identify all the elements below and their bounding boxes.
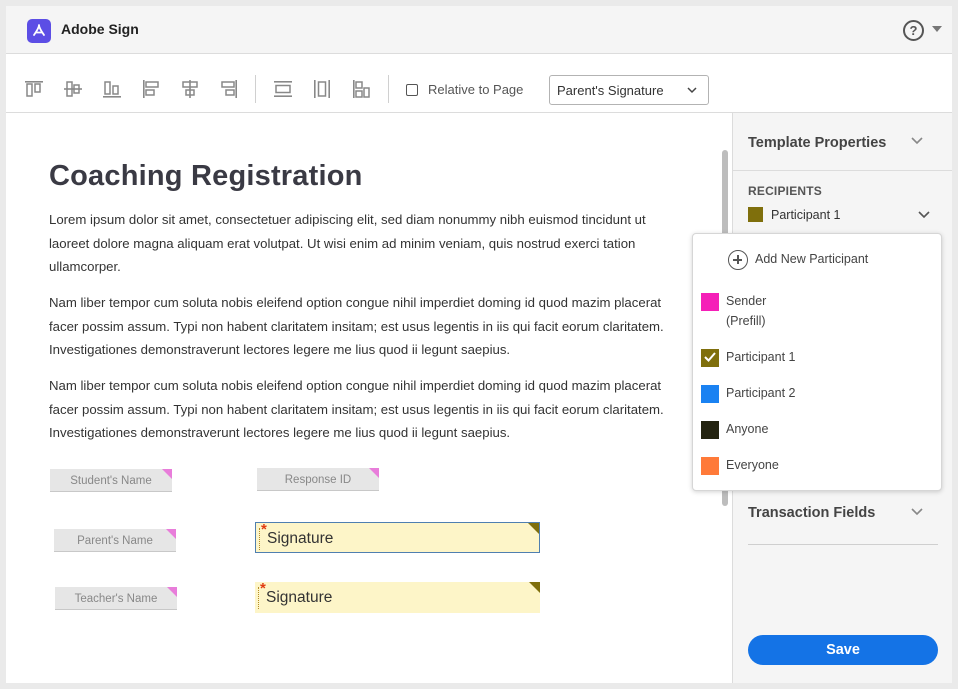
- checkmark-icon: [704, 352, 716, 362]
- chevron-down-icon[interactable]: [932, 26, 942, 32]
- participant-option-anyone[interactable]: Anyone: [726, 419, 768, 439]
- field-label: Teacher's Name: [74, 593, 158, 605]
- signature-label: Signature: [267, 530, 334, 547]
- adobe-sign-logo-icon: [27, 19, 51, 43]
- help-icon[interactable]: ?: [903, 20, 924, 41]
- template-properties-title: Template Properties: [748, 135, 887, 151]
- document-title: Coaching Registration: [49, 160, 363, 192]
- chevron-down-icon: [687, 87, 697, 94]
- app-title: Adobe Sign: [61, 21, 139, 37]
- students-name-field[interactable]: Student's Name: [50, 469, 172, 492]
- app-window: Adobe Sign ? Relative to Page Parent's S…: [6, 6, 952, 683]
- recipient-color-swatch: [748, 207, 763, 222]
- relative-to-page-checkbox[interactable]: [406, 84, 418, 96]
- response-id-field[interactable]: Response ID: [257, 468, 379, 491]
- document-paragraph: Nam liber tempor cum soluta nobis eleife…: [49, 295, 664, 357]
- parents-name-field[interactable]: Parent's Name: [54, 529, 176, 552]
- required-marker: *: [261, 521, 267, 538]
- participant-2-color-swatch[interactable]: [701, 385, 719, 403]
- participant-option-participant-1[interactable]: Participant 1: [726, 347, 795, 367]
- distribute-vertical-icon[interactable]: [273, 79, 293, 99]
- match-size-icon[interactable]: [351, 79, 371, 99]
- align-top-icon[interactable]: [24, 79, 44, 99]
- everyone-color-swatch[interactable]: [701, 457, 719, 475]
- field-assignee-marker: [529, 582, 540, 593]
- parent-signature-field[interactable]: * Signature: [255, 521, 540, 553]
- relative-to-page-label[interactable]: Relative to Page: [428, 82, 523, 97]
- participant-option-participant-2[interactable]: Participant 2: [726, 383, 795, 403]
- align-center-icon[interactable]: [180, 79, 200, 99]
- align-middle-icon[interactable]: [63, 79, 83, 99]
- field-recipient-select[interactable]: Parent's Signature: [549, 75, 709, 105]
- teacher-signature-field[interactable]: * Signature: [255, 580, 540, 613]
- sender-color-swatch[interactable]: [701, 293, 719, 311]
- field-label: Student's Name: [70, 475, 152, 487]
- transaction-fields-title[interactable]: Transaction Fields: [748, 505, 875, 521]
- document-paragraph: Lorem ipsum dolor sit amet, consectetuer…: [49, 212, 646, 274]
- field-assignee-marker: [167, 587, 177, 597]
- alignment-toolbar: Relative to Page Parent's Signature: [6, 55, 952, 113]
- field-assignee-marker: [166, 529, 176, 539]
- field-assignee-marker: [369, 468, 379, 478]
- save-button[interactable]: Save: [748, 635, 938, 665]
- participant-dropdown: Add New Participant Sender (Prefill) Par…: [692, 233, 942, 491]
- current-recipient-label[interactable]: Participant 1: [771, 208, 840, 222]
- signature-guide-line: [258, 587, 259, 609]
- chevron-down-icon[interactable]: [917, 210, 931, 220]
- signature-label: Signature: [266, 589, 333, 606]
- field-label: Response ID: [284, 474, 352, 486]
- chevron-down-icon[interactable]: [910, 136, 924, 146]
- field-label: Parent's Name: [77, 535, 153, 547]
- field-assignee-marker: [528, 523, 539, 534]
- section-divider: [748, 544, 938, 545]
- field-recipient-select-value: Parent's Signature: [557, 83, 664, 98]
- document-paragraph: Nam liber tempor cum soluta nobis eleife…: [49, 378, 664, 440]
- teachers-name-field[interactable]: Teacher's Name: [55, 587, 177, 610]
- template-properties-section[interactable]: Template Properties: [733, 113, 952, 171]
- participant-1-color-swatch[interactable]: [701, 349, 719, 367]
- add-new-participant-option[interactable]: Add New Participant: [755, 252, 868, 266]
- distribute-horizontal-icon[interactable]: [312, 79, 332, 99]
- document-canvas: Coaching Registration Lorem ipsum dolor …: [6, 113, 732, 683]
- app-header: Adobe Sign ?: [6, 6, 952, 54]
- participant-option-sender[interactable]: Sender (Prefill): [726, 291, 766, 331]
- align-right-icon[interactable]: [219, 79, 239, 99]
- align-bottom-icon[interactable]: [102, 79, 122, 99]
- add-circle-icon[interactable]: [728, 250, 748, 270]
- recipients-heading: RECIPIENTS: [748, 184, 823, 198]
- align-left-icon[interactable]: [141, 79, 161, 99]
- required-marker: *: [260, 580, 266, 597]
- signature-guide-line: [259, 528, 260, 550]
- toolbar-divider: [255, 75, 256, 103]
- field-assignee-marker: [162, 469, 172, 479]
- participant-option-everyone[interactable]: Everyone: [726, 455, 779, 475]
- anyone-color-swatch[interactable]: [701, 421, 719, 439]
- toolbar-divider: [388, 75, 389, 103]
- chevron-down-icon[interactable]: [910, 507, 924, 517]
